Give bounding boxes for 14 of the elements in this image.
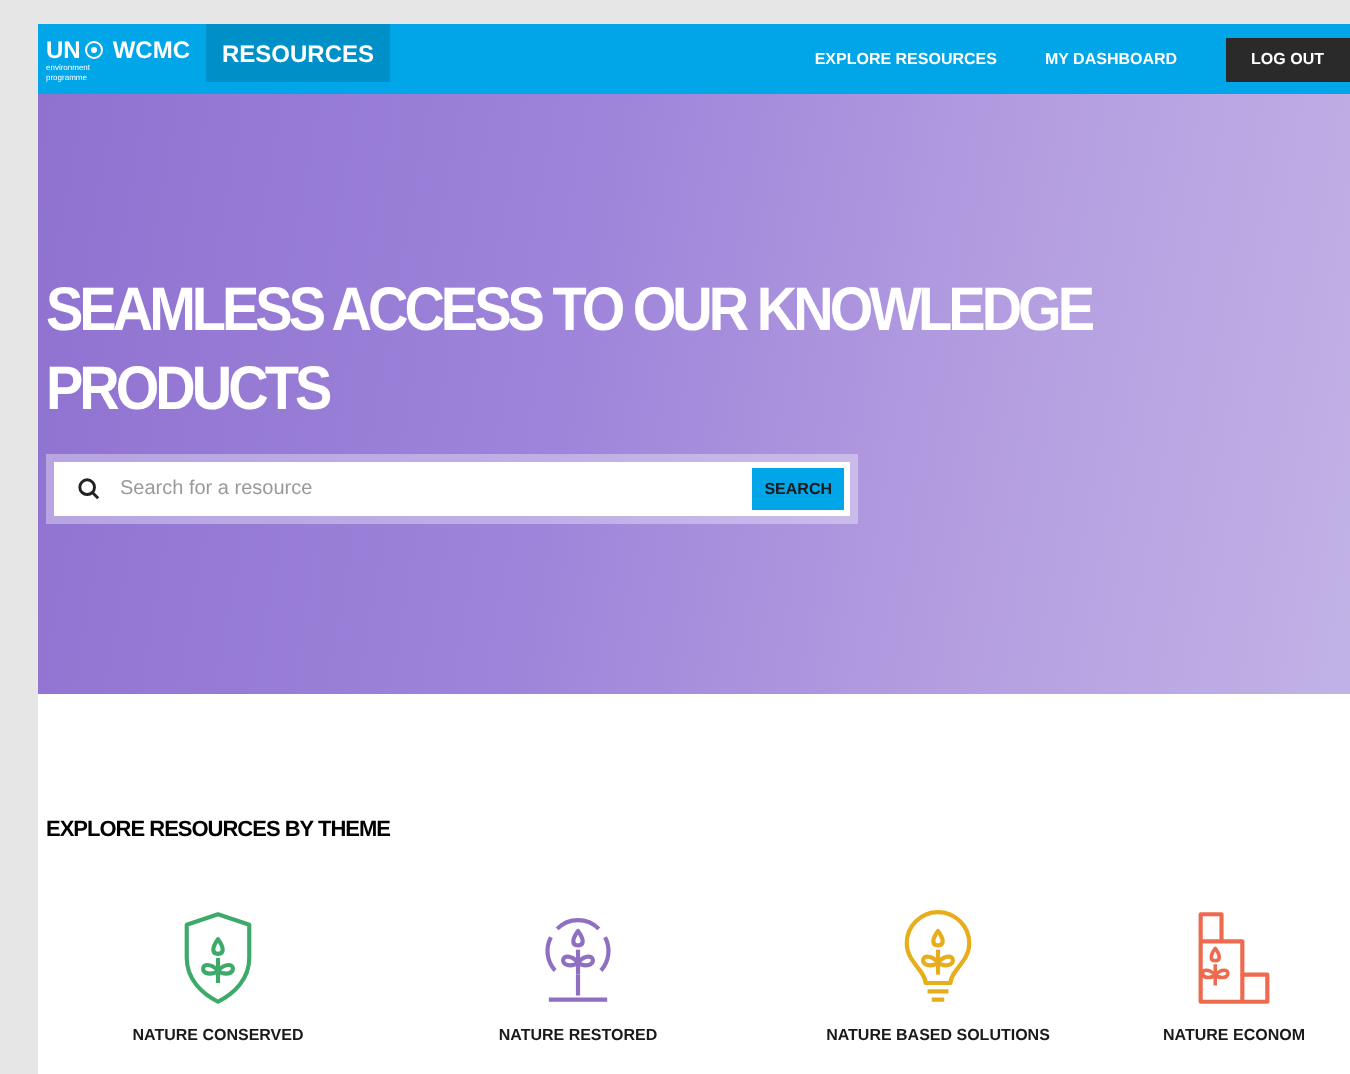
logo-text: UN	[46, 37, 81, 61]
section-heading: EXPLORE RESOURCES BY THEME	[46, 816, 392, 846]
search-field[interactable]: Search for a resource SEARCH	[54, 462, 850, 516]
theme-link[interactable]: NATURE ECONOM	[1118, 907, 1350, 1047]
theme-link[interactable]: NATURE CONSERVED	[38, 907, 398, 1047]
hero-title: SEAMLESS ACCESS TO OUR KNOWLEDGE PRODUCTS	[46, 273, 1094, 427]
logo-text: WCMC	[112, 37, 190, 61]
logout-button[interactable]: LOG OUT	[1225, 37, 1350, 81]
emblem-icon	[84, 39, 105, 59]
section-tab[interactable]: RESOURCES	[206, 24, 391, 82]
theme-link[interactable]: NATURE RESTORED	[398, 907, 758, 1047]
theme-link[interactable]: NATURE BASED SOLUTIONS	[758, 907, 1118, 1047]
search-button[interactable]: SEARCH	[752, 468, 844, 510]
search-icon	[78, 478, 100, 500]
